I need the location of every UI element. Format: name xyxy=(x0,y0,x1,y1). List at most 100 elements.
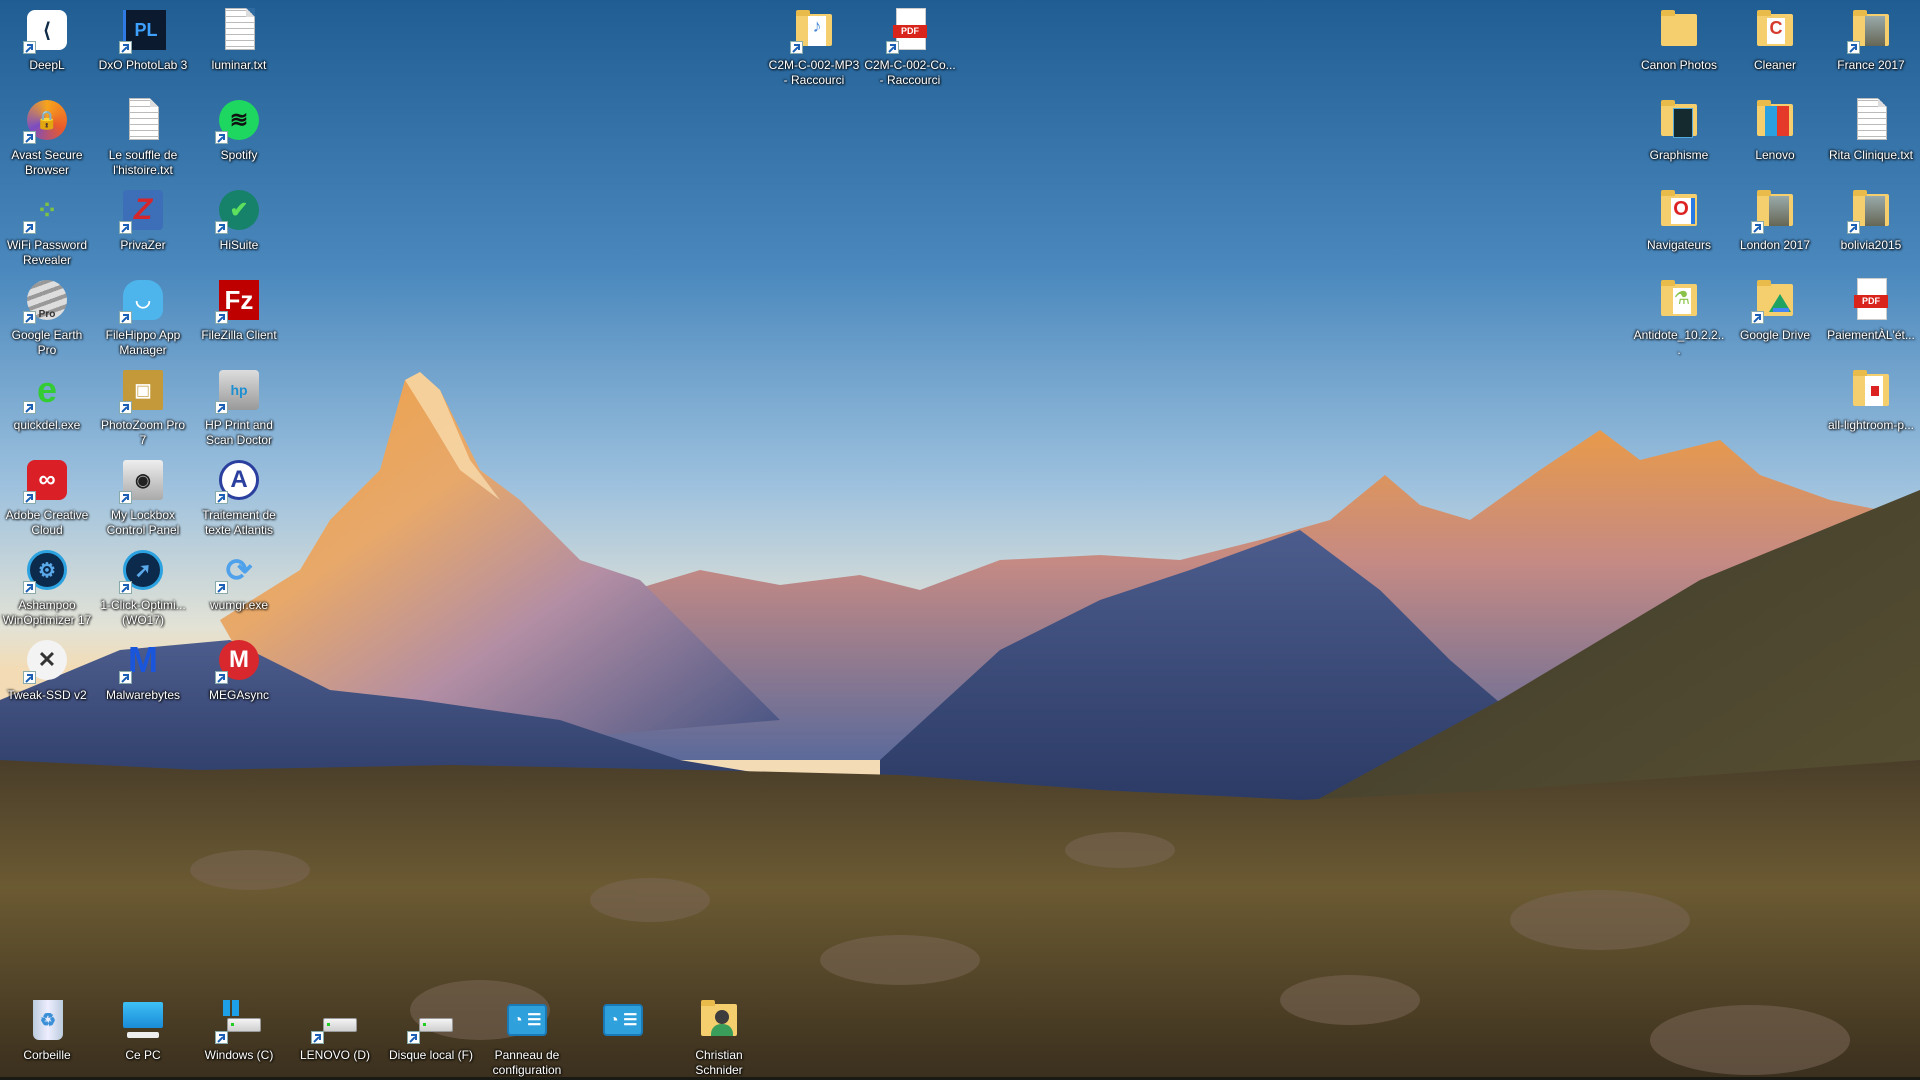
shortcut-arrow-icon xyxy=(215,311,228,324)
wifi-revealer-icon: ⁘ xyxy=(23,186,71,234)
icon-part xyxy=(1661,10,1697,46)
desktop-icon-le-souffle-de-l-histoire-txt[interactable]: Le souffle de l'histoire.txt xyxy=(97,92,189,178)
desktop-icon-label: France 2017 xyxy=(1837,58,1905,72)
desktop-icon-label: Disque local (F) xyxy=(388,1048,474,1062)
desktop-icon-wumgr-exe[interactable]: ⟳ wumgr.exe xyxy=(193,542,285,613)
desktop-icon-spotify[interactable]: ≋ Spotify xyxy=(193,92,285,163)
desktop-icon-malwarebytes[interactable]: M Malwarebytes xyxy=(97,632,189,703)
desktop-icon-label: Navigateurs xyxy=(1646,238,1712,252)
desktop-icon-privazer[interactable]: Z PrivaZer xyxy=(97,182,189,253)
filezilla-icon: Fz xyxy=(215,276,263,324)
desktop-icon-graphisme[interactable]: Graphisme xyxy=(1633,92,1725,163)
desktop-icon-bolivia2015[interactable]: bolivia2015 xyxy=(1825,182,1917,253)
icon-part: ♻ xyxy=(33,1000,63,1040)
desktop-icon-label: Tweak-SSD v2 xyxy=(7,688,87,702)
desktop-icon-navigateurs[interactable]: O Navigateurs xyxy=(1633,182,1725,253)
desktop-icon-windows-c[interactable]: Windows (C) xyxy=(193,992,285,1063)
desktop-icon-my-lockbox-control-panel[interactable]: ◉ My Lockbox Control Panel xyxy=(97,452,189,538)
desktop-icon-tweak-ssd-v2[interactable]: ✕ Tweak-SSD v2 xyxy=(1,632,93,703)
one-click-optimizer-icon: ➚ xyxy=(119,546,167,594)
desktop-icon-traitement-de-texte-atlantis[interactable]: A Traitement de texte Atlantis xyxy=(193,452,285,538)
desktop-icon-label: wumgr.exe xyxy=(209,598,269,612)
desktop-icon-label: Adobe Creative Cloud xyxy=(5,508,89,537)
recycle-bin-icon: ♻ xyxy=(23,996,71,1044)
desktop-icon-filehippo-app-manager[interactable]: ◡ FileHippo App Manager xyxy=(97,272,189,358)
desktop-icon-label: bolivia2015 xyxy=(1840,238,1902,252)
desktop-icon-quickdel-exe[interactable]: e quickdel.exe xyxy=(1,362,93,433)
desktop-icon-1-click-optimi-wo17[interactable]: ➚ 1-Click-Optimi... (WO17) xyxy=(97,542,189,628)
desktop-icon-ashampoo-winoptimizer-17[interactable]: ⚙ Ashampoo WinOptimizer 17 xyxy=(1,542,93,628)
desktop-icon-label: Lenovo xyxy=(1755,148,1795,162)
shortcut-arrow-icon xyxy=(23,131,36,144)
desktop-wallpaper xyxy=(0,0,1920,1080)
shortcut-arrow-icon xyxy=(23,581,36,594)
shortcut-arrow-icon xyxy=(790,41,803,54)
shortcut-arrow-icon xyxy=(215,581,228,594)
drive-icon xyxy=(407,996,455,1044)
desktop-icon-antidote-10-2-2[interactable]: ⚗ Antidote_10.2.2... xyxy=(1633,272,1725,358)
desktop-icon-lenovo-d[interactable]: LENOVO (D) xyxy=(289,992,381,1063)
shortcut-arrow-icon xyxy=(215,221,228,234)
icon-part xyxy=(127,1032,159,1038)
ccleaner-folder-icon: C xyxy=(1751,6,1799,54)
desktop-icon-ce-pc[interactable]: Ce PC xyxy=(97,992,189,1063)
google-drive-icon xyxy=(1751,276,1799,324)
graphisme-folder-icon xyxy=(1655,96,1703,144)
desktop-icon-google-earth-pro[interactable]: Pro Google Earth Pro xyxy=(1,272,93,358)
desktop-icon-all-lightroom-p[interactable]: all-lightroom-p... xyxy=(1825,362,1917,433)
desktop-icon-c2m-c-002-co-raccourci[interactable]: PDF C2M-C-002-Co... - Raccourci xyxy=(864,2,956,88)
desktop-icon-dxo-photolab-3[interactable]: PL DxO PhotoLab 3 xyxy=(97,2,189,73)
desktop-icon-avast-secure-browser[interactable]: 🔒 Avast Secure Browser xyxy=(1,92,93,178)
shortcut-arrow-icon xyxy=(119,401,132,414)
desktop-icon-christian-schnider[interactable]: Christian Schnider xyxy=(673,992,765,1078)
desktop-icon-label: PrivaZer xyxy=(120,238,166,252)
desktop-icon-paiement-l-t[interactable]: PDF PaiementÀL'ét... xyxy=(1825,272,1917,343)
desktop-icon-rita-clinique-txt[interactable]: Rita Clinique.txt xyxy=(1825,92,1917,163)
desktop-icon-hisuite[interactable]: ✔ HiSuite xyxy=(193,182,285,253)
desktop-icon-cleaner[interactable]: C Cleaner xyxy=(1729,2,1821,73)
desktop-icon-label: DxO PhotoLab 3 xyxy=(98,58,188,72)
text-file-icon xyxy=(1847,96,1895,144)
desktop-icon-photozoom-pro-7[interactable]: ▣ PhotoZoom Pro 7 xyxy=(97,362,189,448)
desktop-icon-google-drive[interactable]: Google Drive xyxy=(1729,272,1821,343)
desktop-icon-france-2017[interactable]: France 2017 xyxy=(1825,2,1917,73)
desktop-icon-c2m-c-002-mp3-raccourci[interactable]: ♪ C2M-C-002-MP3 - Raccourci xyxy=(768,2,860,88)
icon-part xyxy=(123,1002,163,1028)
desktop-icon-canon-photos[interactable]: Canon Photos xyxy=(1633,2,1725,73)
shortcut-arrow-icon xyxy=(23,401,36,414)
desktop-icon-label: quickdel.exe xyxy=(13,418,81,432)
desktop-icon-lenovo[interactable]: Lenovo xyxy=(1729,92,1821,163)
antidote-folder-icon: ⚗ xyxy=(1655,276,1703,324)
desktop-icon-label: WiFi Password Revealer xyxy=(6,238,87,267)
creative-cloud-icon: ∞ xyxy=(23,456,71,504)
desktop-icon-hp-print-and-scan-doctor[interactable]: hp HP Print and Scan Doctor xyxy=(193,362,285,448)
desktop-icon-label: Rita Clinique.txt xyxy=(1828,148,1914,162)
desktop-icon-deepl[interactable]: ⟨ DeepL xyxy=(1,2,93,73)
desktop-icon-label: Spotify xyxy=(220,148,258,162)
desktop-icon-luminar-txt[interactable]: luminar.txt xyxy=(193,2,285,73)
desktop-icon-label: FileHippo App Manager xyxy=(105,328,181,357)
desktop-icon-disque-local-f[interactable]: Disque local (F) xyxy=(385,992,477,1063)
desktop-icon-wifi-password-revealer[interactable]: ⁘ WiFi Password Revealer xyxy=(1,182,93,268)
shortcut-arrow-icon xyxy=(119,671,132,684)
desktop-icon-label: Christian Schnider xyxy=(695,1048,743,1077)
text-file-icon xyxy=(215,6,263,54)
shortcut-arrow-icon xyxy=(215,491,228,504)
shortcut-arrow-icon xyxy=(23,311,36,324)
desktop-icon-megasync[interactable]: M MEGAsync xyxy=(193,632,285,703)
shortcut-arrow-icon xyxy=(119,311,132,324)
icon-part xyxy=(1865,376,1883,406)
desktop-icon-corbeille[interactable]: ♻ Corbeille xyxy=(1,992,93,1063)
windows-drive-icon xyxy=(215,996,263,1044)
desktop-icon-panneau-de-configuration[interactable]: ◔ ☰ Panneau de configuration xyxy=(481,992,573,1078)
shortcut-arrow-icon xyxy=(215,401,228,414)
desktop-icon-adobe-creative-cloud[interactable]: ∞ Adobe Creative Cloud xyxy=(1,452,93,538)
desktop-icon-unnamed[interactable]: ◔ ☰ xyxy=(577,992,669,1048)
desktop-icon-london-2017[interactable]: London 2017 xyxy=(1729,182,1821,253)
icon-part: ⚗ xyxy=(1673,288,1691,314)
icon-part xyxy=(227,1018,261,1032)
drive-icon xyxy=(311,996,359,1044)
desktop-icon-filezilla-client[interactable]: Fz FileZilla Client xyxy=(193,272,285,343)
desktop-icon-label: Le souffle de l'histoire.txt xyxy=(108,148,178,177)
dxo-photolab-icon: PL xyxy=(119,6,167,54)
